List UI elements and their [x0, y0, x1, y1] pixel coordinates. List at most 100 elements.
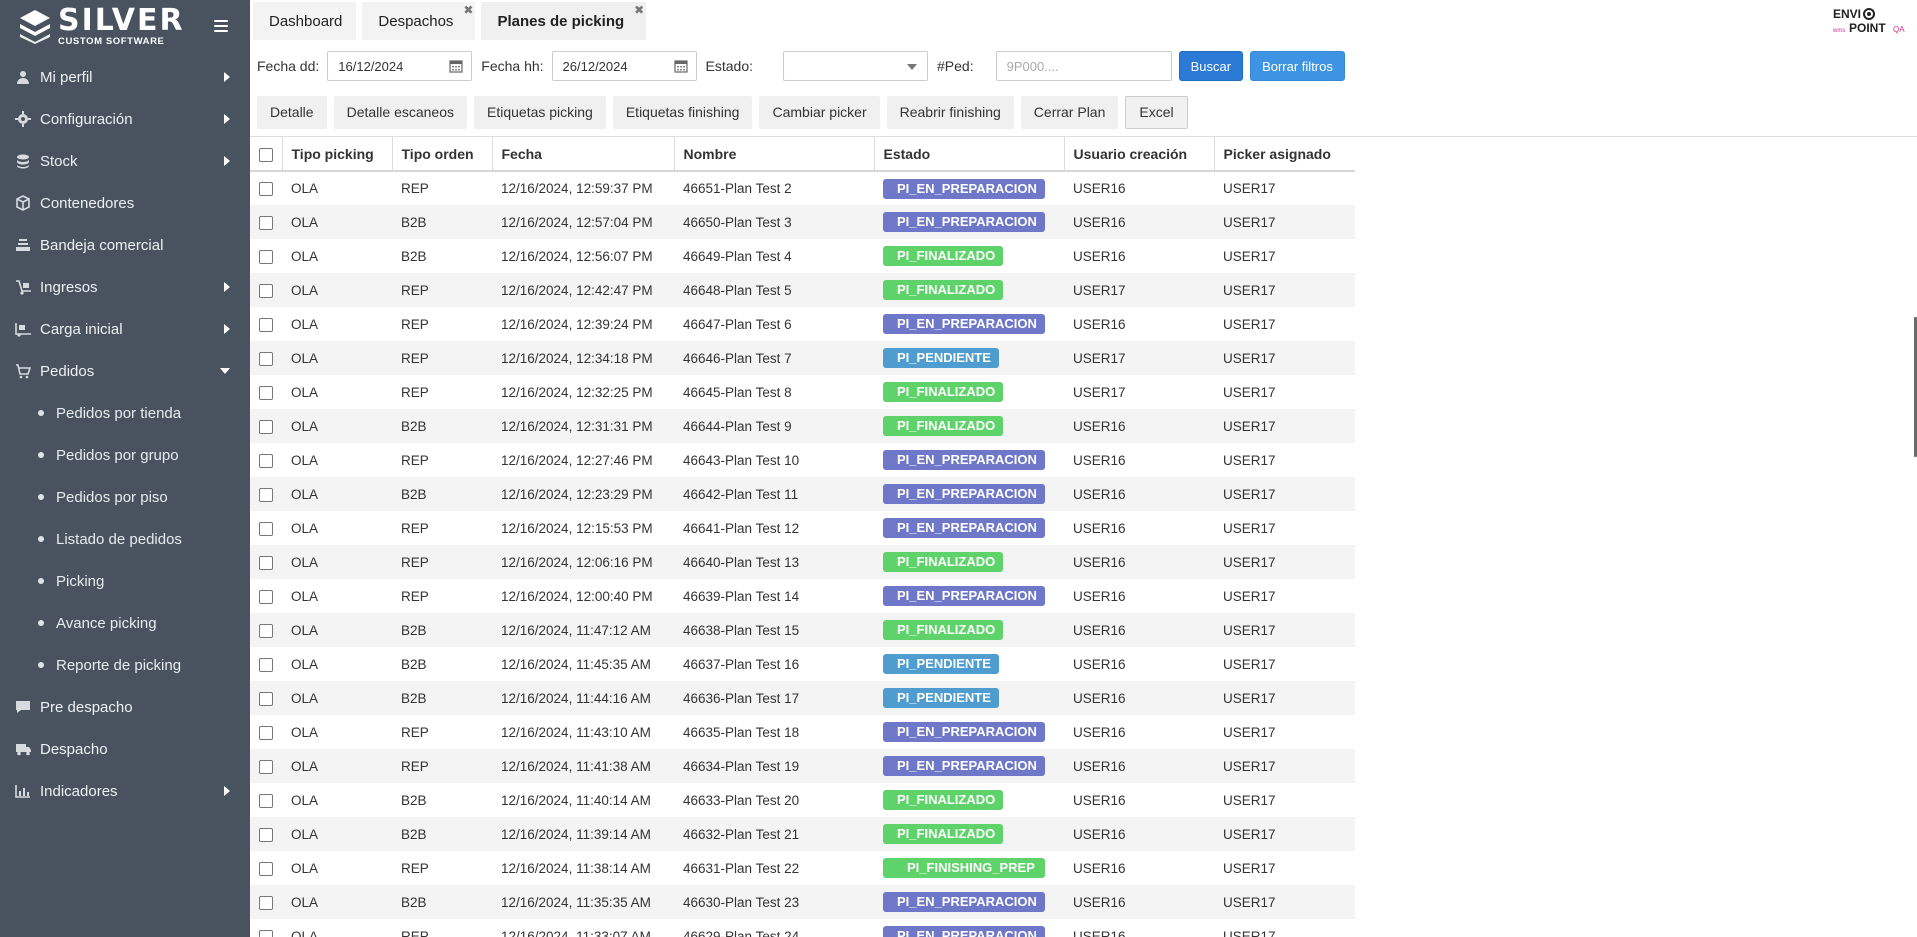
- table-row[interactable]: OLA B2B 12/16/2024, 11:35:35 AM 46630-Plan …: [250, 885, 1355, 919]
- detalle-button[interactable]: Detalle: [257, 95, 327, 129]
- row-checkbox[interactable]: [259, 182, 273, 197]
- status-badge: PI_PENDIENTE: [883, 688, 999, 708]
- row-checkbox[interactable]: [259, 895, 273, 910]
- submenu-item-pedidos-por-piso[interactable]: Pedidos por piso: [0, 476, 250, 518]
- table-row[interactable]: OLA REP 12/16/2024, 12:39:24 PM 46647-Plan …: [250, 307, 1355, 341]
- sidebar-item-mi-perfil[interactable]: Mi perfil: [0, 56, 250, 98]
- column-header-usuario-creacion[interactable]: Usuario creación: [1064, 137, 1215, 172]
- row-checkbox[interactable]: [259, 589, 273, 604]
- row-checkbox[interactable]: [259, 623, 273, 638]
- column-header-fecha[interactable]: Fecha: [492, 137, 675, 172]
- table-row[interactable]: OLA REP 12/16/2024, 12:27:46 PM 46643-Plan …: [250, 443, 1355, 477]
- row-checkbox[interactable]: [259, 351, 273, 366]
- table-row[interactable]: OLA B2B 12/16/2024, 12:31:31 PM 46644-Plan …: [250, 409, 1355, 443]
- cell-nombre: 46629-Plan Test 24: [683, 928, 800, 937]
- close-icon[interactable]: ✖: [463, 4, 473, 16]
- table-row[interactable]: OLA B2B 12/16/2024, 12:57:04 PM 46650-Plan …: [250, 205, 1355, 239]
- table-row[interactable]: OLA REP 12/16/2024, 11:43:10 AM 46635-Plan …: [250, 715, 1355, 749]
- borrar-filtros-button[interactable]: Borrar filtros: [1250, 51, 1345, 81]
- sidebar-item-pedidos[interactable]: Pedidos: [0, 350, 250, 392]
- cell-fecha: 12/16/2024, 11:47:12 AM: [501, 622, 651, 638]
- table-row[interactable]: OLA REP 12/16/2024, 12:42:47 PM 46648-Plan …: [250, 273, 1355, 307]
- sidebar-item-carga-inicial[interactable]: Carga inicial: [0, 308, 250, 350]
- row-checkbox[interactable]: [259, 657, 273, 672]
- row-checkbox[interactable]: [259, 861, 273, 876]
- table-row[interactable]: OLA B2B 12/16/2024, 12:56:07 PM 46649-Plan …: [250, 239, 1355, 273]
- fecha-dd-input[interactable]: 16/12/2024: [327, 51, 473, 81]
- table-row[interactable]: OLA B2B 12/16/2024, 11:45:35 AM 46637-Plan …: [250, 647, 1355, 681]
- buscar-button[interactable]: Buscar: [1178, 51, 1244, 81]
- table-row[interactable]: OLA REP 12/16/2024, 12:32:25 PM 46645-Plan …: [250, 375, 1355, 409]
- tab-planes-de-picking[interactable]: Planes de picking ✖: [481, 2, 647, 40]
- row-checkbox[interactable]: [259, 725, 273, 740]
- cambiar-picker-button[interactable]: Cambiar picker: [759, 95, 880, 129]
- sidebar-item-stock[interactable]: Stock: [0, 140, 250, 182]
- row-checkbox[interactable]: [259, 521, 273, 536]
- submenu-item-picking[interactable]: Picking: [0, 560, 250, 602]
- row-checkbox[interactable]: [259, 793, 273, 808]
- row-checkbox[interactable]: [259, 317, 273, 332]
- column-header-nombre[interactable]: Nombre: [674, 137, 875, 172]
- tab-dashboard[interactable]: Dashboard: [253, 2, 357, 40]
- submenu-item-reporte-de-picking[interactable]: Reporte de picking: [0, 644, 250, 686]
- close-icon[interactable]: ✖: [634, 4, 644, 16]
- etiquetas-picking-button[interactable]: Etiquetas picking: [474, 95, 606, 129]
- sidebar-item-despacho[interactable]: Despacho: [0, 728, 250, 770]
- submenu-item-listado-de-pedidos[interactable]: Listado de pedidos: [0, 518, 250, 560]
- row-checkbox[interactable]: [259, 249, 273, 264]
- estado-select[interactable]: [783, 51, 929, 81]
- column-header-estado[interactable]: Estado: [874, 137, 1065, 172]
- row-checkbox[interactable]: [259, 929, 273, 937]
- ped-input[interactable]: 9P000....: [995, 51, 1172, 81]
- cerrar-plan-button[interactable]: Cerrar Plan: [1020, 95, 1119, 129]
- cell-picker-asignado: USER17: [1223, 520, 1276, 536]
- hamburger-menu-icon[interactable]: [214, 20, 228, 32]
- table-row[interactable]: OLA B2B 12/16/2024, 11:39:14 AM 46632-Plan …: [250, 817, 1355, 851]
- calendar-icon[interactable]: [449, 59, 463, 73]
- table-row[interactable]: OLA REP 12/16/2024, 12:00:40 PM 46639-Plan …: [250, 579, 1355, 613]
- sidebar-item-pre-despacho[interactable]: Pre despacho: [0, 686, 250, 728]
- sidebar-item-configuracion[interactable]: Configuración: [0, 98, 250, 140]
- sidebar-item-bandeja-comercial[interactable]: Bandeja comercial: [0, 224, 250, 266]
- fecha-hh-input[interactable]: 26/12/2024: [551, 51, 697, 81]
- table-row[interactable]: OLA B2B 12/16/2024, 12:23:29 PM 46642-Plan …: [250, 477, 1355, 511]
- column-header-tipo-orden[interactable]: Tipo orden: [392, 137, 493, 172]
- table-row[interactable]: OLA REP 12/16/2024, 11:38:14 AM 46631-Plan …: [250, 851, 1355, 885]
- row-checkbox[interactable]: [259, 487, 273, 502]
- table-row[interactable]: OLA REP 12/16/2024, 12:34:18 PM 46646-Plan …: [250, 341, 1355, 375]
- row-checkbox[interactable]: [259, 691, 273, 706]
- sidebar-item-contenedores[interactable]: Contenedores: [0, 182, 250, 224]
- table-row[interactable]: OLA REP 12/16/2024, 12:15:53 PM 46641-Plan …: [250, 511, 1355, 545]
- sidebar-item-indicadores[interactable]: Indicadores: [0, 770, 250, 812]
- column-header-picker-asignado[interactable]: Picker asignado: [1214, 137, 1355, 172]
- submenu-item-pedidos-por-grupo[interactable]: Pedidos por grupo: [0, 434, 250, 476]
- calendar-icon[interactable]: [673, 59, 688, 73]
- row-checkbox[interactable]: [259, 385, 273, 400]
- row-checkbox[interactable]: [259, 419, 273, 434]
- row-checkbox[interactable]: [259, 453, 273, 468]
- detalle-escaneos-button[interactable]: Detalle escaneos: [333, 95, 467, 129]
- tab-despachos[interactable]: Despachos ✖: [362, 2, 476, 40]
- table-row[interactable]: OLA B2B 12/16/2024, 11:40:14 AM 46633-Plan …: [250, 783, 1355, 817]
- submenu-item-pedidos-por-tienda[interactable]: Pedidos por tienda: [0, 392, 250, 434]
- table-row[interactable]: OLA REP 12/16/2024, 12:06:16 PM 46640-Plan …: [250, 545, 1355, 579]
- row-checkbox[interactable]: [259, 555, 273, 570]
- row-checkbox[interactable]: [259, 215, 273, 230]
- table-row[interactable]: OLA REP 12/16/2024, 11:41:38 AM 46634-Plan …: [250, 749, 1355, 783]
- logo-text: SILVER CUSTOM SOFTWARE: [58, 5, 185, 47]
- table-row[interactable]: OLA B2B 12/16/2024, 11:47:12 AM 46638-Plan …: [250, 613, 1355, 647]
- row-select-cell: [250, 749, 282, 783]
- excel-button[interactable]: Excel: [1125, 95, 1188, 129]
- table-row[interactable]: OLA REP 12/16/2024, 11:33:07 AM 46629-Plan …: [250, 919, 1355, 937]
- reabrir-finishing-button[interactable]: Reabrir finishing: [886, 95, 1014, 129]
- table-row[interactable]: OLA B2B 12/16/2024, 11:44:16 AM 46636-Plan …: [250, 681, 1355, 715]
- submenu-item-avance-picking[interactable]: Avance picking: [0, 602, 250, 644]
- etiquetas-finishing-button[interactable]: Etiquetas finishing: [612, 95, 753, 129]
- table-row[interactable]: OLA REP 12/16/2024, 12:59:37 PM 46651-Plan …: [250, 171, 1355, 205]
- row-checkbox[interactable]: [259, 283, 273, 298]
- select-all-checkbox[interactable]: [259, 147, 273, 162]
- row-checkbox[interactable]: [259, 827, 273, 842]
- row-checkbox[interactable]: [259, 759, 273, 774]
- column-header-tipo-picking[interactable]: Tipo picking: [282, 137, 393, 172]
- sidebar-item-ingresos[interactable]: Ingresos: [0, 266, 250, 308]
